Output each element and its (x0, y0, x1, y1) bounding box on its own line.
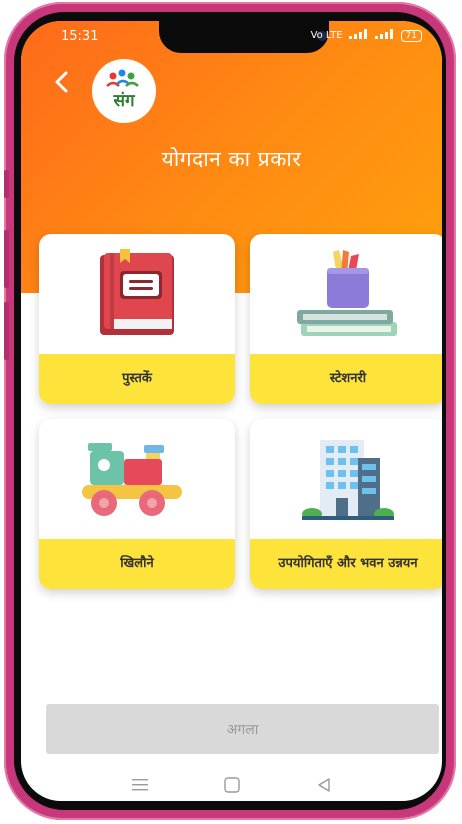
status-icons: Vo LTE 71 (311, 29, 422, 42)
camera-notch (159, 21, 329, 53)
page-title: योगदान का प्रकार (161, 147, 302, 171)
system-nav-bar (21, 769, 442, 801)
battery-icon: 71 (400, 29, 422, 42)
app-logo: संग (92, 59, 156, 123)
back-nav-icon[interactable] (313, 774, 335, 796)
next-button[interactable]: अगला (46, 704, 439, 754)
logo-text: संग (112, 91, 135, 111)
home-icon[interactable] (221, 774, 243, 796)
building-icon (250, 419, 442, 539)
side-button (4, 230, 9, 288)
category-card-stationery[interactable]: स्टेशनरी (250, 234, 442, 404)
stationery-icon (250, 234, 442, 354)
side-button (4, 302, 9, 360)
book-icon (39, 234, 235, 354)
toy-train-icon (39, 419, 235, 539)
signal-icon (374, 29, 395, 42)
category-label: खिलौने (39, 539, 235, 589)
logo-icon: संग (106, 69, 139, 111)
signal-icon (348, 29, 369, 42)
category-label: पुस्तकें (39, 354, 235, 404)
category-card-toys[interactable]: खिलौने (39, 419, 235, 589)
menu-icon[interactable] (129, 774, 151, 796)
category-card-books[interactable]: पुस्तकें (39, 234, 235, 404)
side-button (4, 170, 9, 198)
category-card-utilities[interactable]: उपयोगिताएँ और भवन उन्नयन (250, 419, 442, 589)
app-screen: 15:31 Vo LTE 71 संग योगदान का प्रकार पुस… (21, 21, 442, 801)
back-button[interactable] (47, 67, 77, 97)
status-time: 15:31 (61, 29, 99, 44)
category-label: उपयोगिताएँ और भवन उन्नयन (250, 539, 442, 589)
category-label: स्टेशनरी (250, 354, 442, 404)
back-arrow-icon (55, 71, 68, 93)
network-label: Vo LTE (310, 30, 343, 41)
